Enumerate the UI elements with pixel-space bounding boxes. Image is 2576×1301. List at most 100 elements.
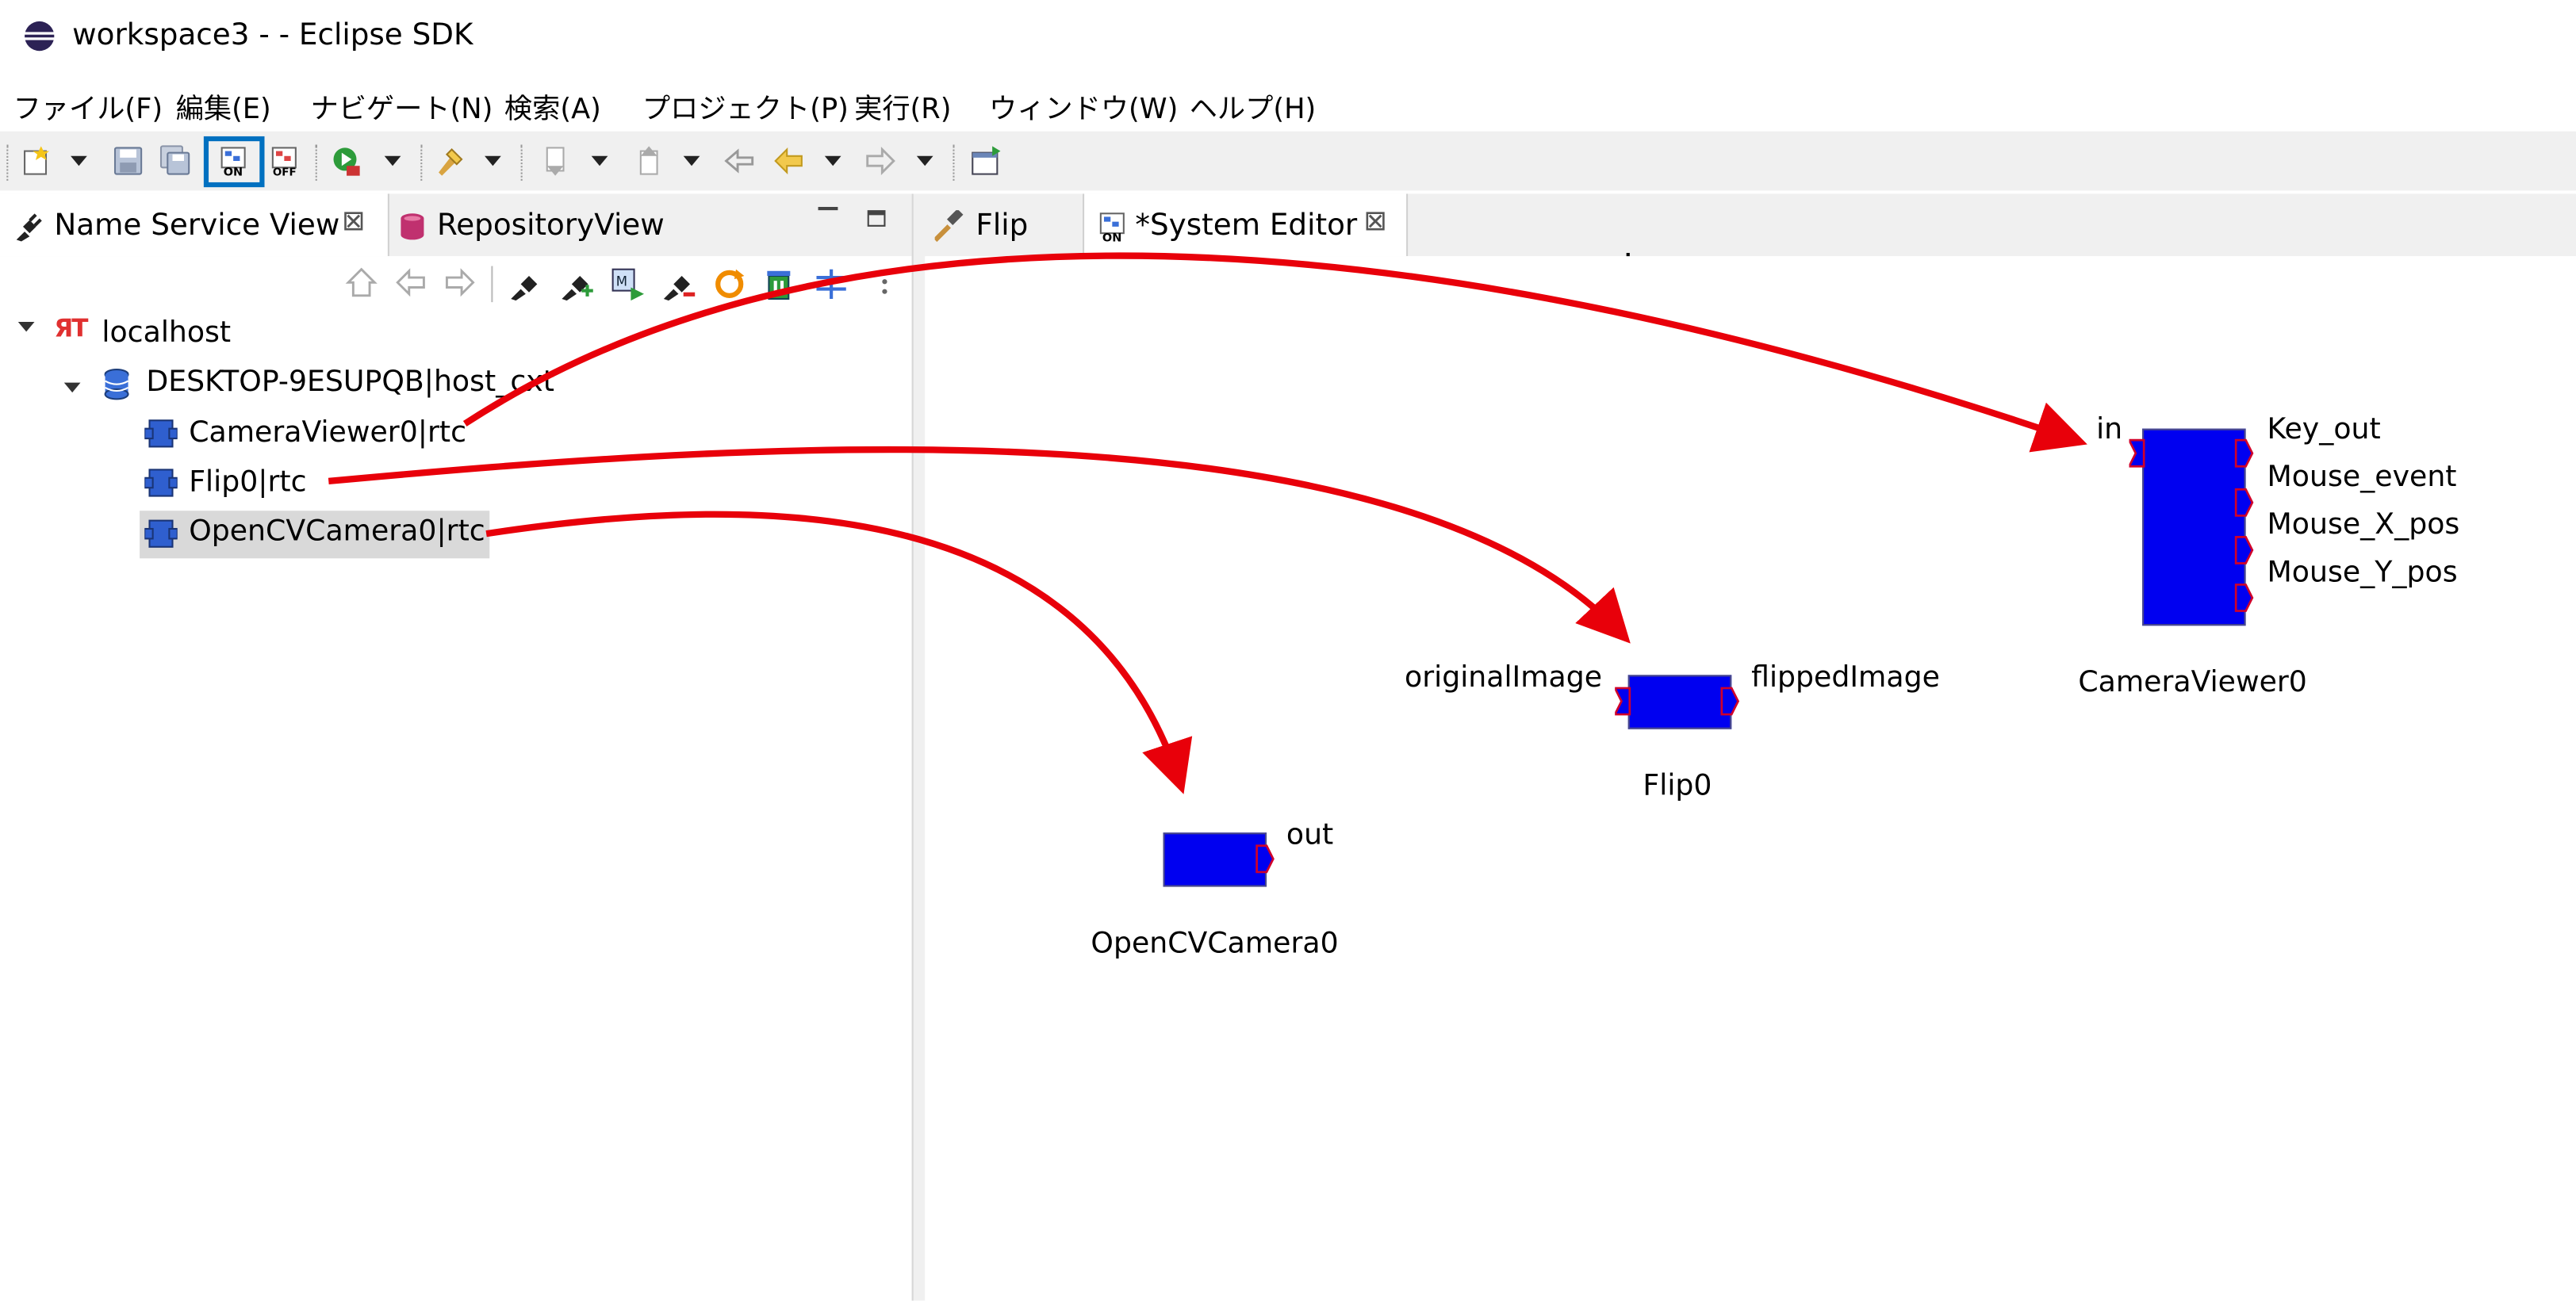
view-menu-icon[interactable] bbox=[882, 269, 887, 274]
menu-run[interactable]: 実行(R) bbox=[854, 86, 951, 126]
disconnect-icon[interactable] bbox=[661, 266, 697, 303]
inport-in[interactable] bbox=[2129, 438, 2146, 471]
tree-item-cameraviewer[interactable]: CameraViewer0|rtc bbox=[189, 417, 466, 450]
back-dropdown-arrow[interactable] bbox=[824, 155, 841, 166]
port-label-mouse-x-pos: Mouse_X_pos bbox=[2267, 509, 2460, 542]
repository-icon bbox=[401, 213, 424, 240]
eclipse-window: workspace3 - - Eclipse SDK ファイル(F) 編集(E)… bbox=[0, 0, 2576, 1301]
editor-tab-bar: Flip ON *System Editor ⊠ bbox=[925, 193, 2576, 257]
system-editor-canvas[interactable]: in Key_out Mouse_event Mouse_X_pos Mouse… bbox=[925, 252, 2576, 1301]
menu-project[interactable]: プロジェクト(P) bbox=[642, 86, 849, 126]
tab-repository-view[interactable]: RepositoryView bbox=[389, 193, 751, 256]
component-flip[interactable] bbox=[1627, 675, 1732, 729]
new-dropdown-arrow[interactable] bbox=[71, 155, 87, 166]
tab-label: RepositoryView bbox=[436, 209, 665, 243]
expand-chevron-icon[interactable] bbox=[63, 382, 81, 393]
menu-edit[interactable]: 編集(E) bbox=[176, 86, 271, 126]
home-icon[interactable] bbox=[345, 266, 378, 299]
menu-navigate[interactable]: ナビゲート(N) bbox=[310, 86, 493, 126]
refresh-icon[interactable] bbox=[711, 266, 748, 303]
tab-label: Flip bbox=[976, 209, 1029, 243]
port-label-key-out: Key_out bbox=[2267, 413, 2381, 447]
save-all-icon[interactable] bbox=[159, 144, 192, 177]
run-icon[interactable] bbox=[330, 144, 362, 177]
tab-system-editor[interactable]: ON *System Editor ⊠ bbox=[1083, 193, 1409, 257]
tools-icon[interactable] bbox=[434, 144, 466, 177]
connect-icon[interactable] bbox=[508, 266, 544, 303]
close-icon[interactable]: ⊠ bbox=[1363, 205, 1387, 238]
outport-out[interactable] bbox=[1255, 844, 1275, 874]
inport-original-image[interactable] bbox=[1615, 687, 1631, 719]
menu-search[interactable]: 検索(A) bbox=[504, 86, 601, 126]
eclipse-icon bbox=[25, 21, 55, 52]
back-icon[interactable] bbox=[772, 144, 805, 177]
add-name-server-icon[interactable] bbox=[558, 266, 595, 303]
toolbar-separator bbox=[315, 144, 319, 181]
tab-label: *System Editor bbox=[1135, 209, 1358, 243]
back-arrow-icon[interactable] bbox=[394, 266, 427, 299]
previous-annotation-icon[interactable] bbox=[632, 144, 665, 177]
svg-text:OFF: OFF bbox=[273, 167, 297, 178]
next-annotation-icon[interactable] bbox=[539, 144, 571, 177]
component-cameraviewer[interactable] bbox=[2142, 428, 2246, 626]
svg-text:ON: ON bbox=[1102, 232, 1121, 243]
online-editor-icon[interactable]: ON bbox=[218, 144, 251, 178]
run-dropdown-arrow[interactable] bbox=[384, 155, 401, 166]
clear-zombie-icon[interactable] bbox=[762, 266, 799, 303]
tree-item-localhost[interactable]: localhost bbox=[102, 317, 231, 350]
tab-name-service-view[interactable]: Name Service View ⊠ bbox=[0, 193, 389, 257]
outport-flipped-image[interactable] bbox=[1720, 687, 1740, 716]
tree-item-context[interactable]: DESKTOP-9ESUPQB|host_cxt bbox=[146, 366, 554, 399]
toolbar-separator bbox=[6, 144, 10, 181]
port-label-out: out bbox=[1286, 819, 1334, 853]
next-annotation-dropdown[interactable] bbox=[591, 155, 608, 166]
add-manager-icon[interactable]: M bbox=[609, 266, 646, 303]
tree-item-flip[interactable]: Flip0|rtc bbox=[189, 466, 306, 499]
maximize-icon[interactable] bbox=[867, 210, 886, 227]
forward-dropdown-arrow[interactable] bbox=[916, 155, 933, 166]
outport-mouse-event[interactable] bbox=[2234, 488, 2254, 517]
svg-text:ON: ON bbox=[224, 166, 243, 178]
hammer-icon bbox=[934, 210, 964, 243]
outport-mouse-y-pos[interactable] bbox=[2234, 583, 2254, 612]
new-file-icon[interactable] bbox=[20, 144, 52, 177]
forward-icon[interactable] bbox=[864, 144, 897, 177]
tree-item-opencvcamera[interactable]: OpenCVCamera0|rtc bbox=[189, 515, 485, 548]
menu-help[interactable]: ヘルプ(H) bbox=[1190, 86, 1317, 126]
plug-icon bbox=[16, 213, 42, 242]
tab-flip[interactable]: Flip bbox=[925, 193, 1081, 256]
rtc-component-icon bbox=[144, 419, 178, 448]
forward-arrow-icon[interactable] bbox=[443, 266, 476, 299]
sync-icon[interactable] bbox=[813, 266, 849, 303]
outport-mouse-x-pos[interactable] bbox=[2234, 535, 2254, 564]
title-bar: workspace3 - - Eclipse SDK bbox=[0, 0, 2576, 73]
component-name-opencvcamera: OpenCVCamera0 bbox=[1091, 928, 1339, 961]
toolbar-separator bbox=[491, 266, 493, 303]
minimize-icon[interactable] bbox=[818, 206, 838, 211]
close-icon[interactable]: ⊠ bbox=[342, 205, 366, 238]
last-edit-icon[interactable] bbox=[723, 144, 755, 177]
tools-dropdown-arrow[interactable] bbox=[485, 155, 501, 166]
port-label-original-image: originalImage bbox=[1405, 661, 1603, 695]
left-tab-bar: Name Service View ⊠ RepositoryView bbox=[0, 193, 912, 257]
database-icon bbox=[104, 369, 129, 400]
offline-editor-icon[interactable]: OFF bbox=[270, 144, 302, 178]
port-label-flipped-image: flippedImage bbox=[1751, 661, 1940, 695]
menu-bar: ファイル(F) 編集(E) ナビゲート(N) 検索(A) プロジェクト(P) 実… bbox=[0, 75, 2576, 128]
previous-annotation-dropdown[interactable] bbox=[683, 155, 700, 166]
rtc-component-icon bbox=[144, 519, 178, 548]
tab-label: Name Service View bbox=[54, 209, 340, 243]
outport-key-out[interactable] bbox=[2234, 438, 2254, 468]
save-icon[interactable] bbox=[112, 144, 144, 177]
component-opencvcamera[interactable] bbox=[1163, 832, 1267, 887]
toolbar-separator bbox=[420, 144, 424, 181]
expand-chevron-icon[interactable] bbox=[17, 321, 35, 332]
open-perspective-icon[interactable] bbox=[969, 144, 1002, 177]
component-name-cameraviewer: CameraViewer0 bbox=[2078, 666, 2307, 700]
port-label-mouse-y-pos: Mouse_Y_pos bbox=[2267, 557, 2458, 590]
online-editor-icon: ON bbox=[1099, 212, 1125, 243]
port-label-in: in bbox=[2096, 413, 2123, 447]
menu-file[interactable]: ファイル(F) bbox=[13, 86, 163, 126]
menu-window[interactable]: ウィンドウ(W) bbox=[989, 86, 1178, 126]
toolbar: ON OFF bbox=[0, 131, 2576, 191]
